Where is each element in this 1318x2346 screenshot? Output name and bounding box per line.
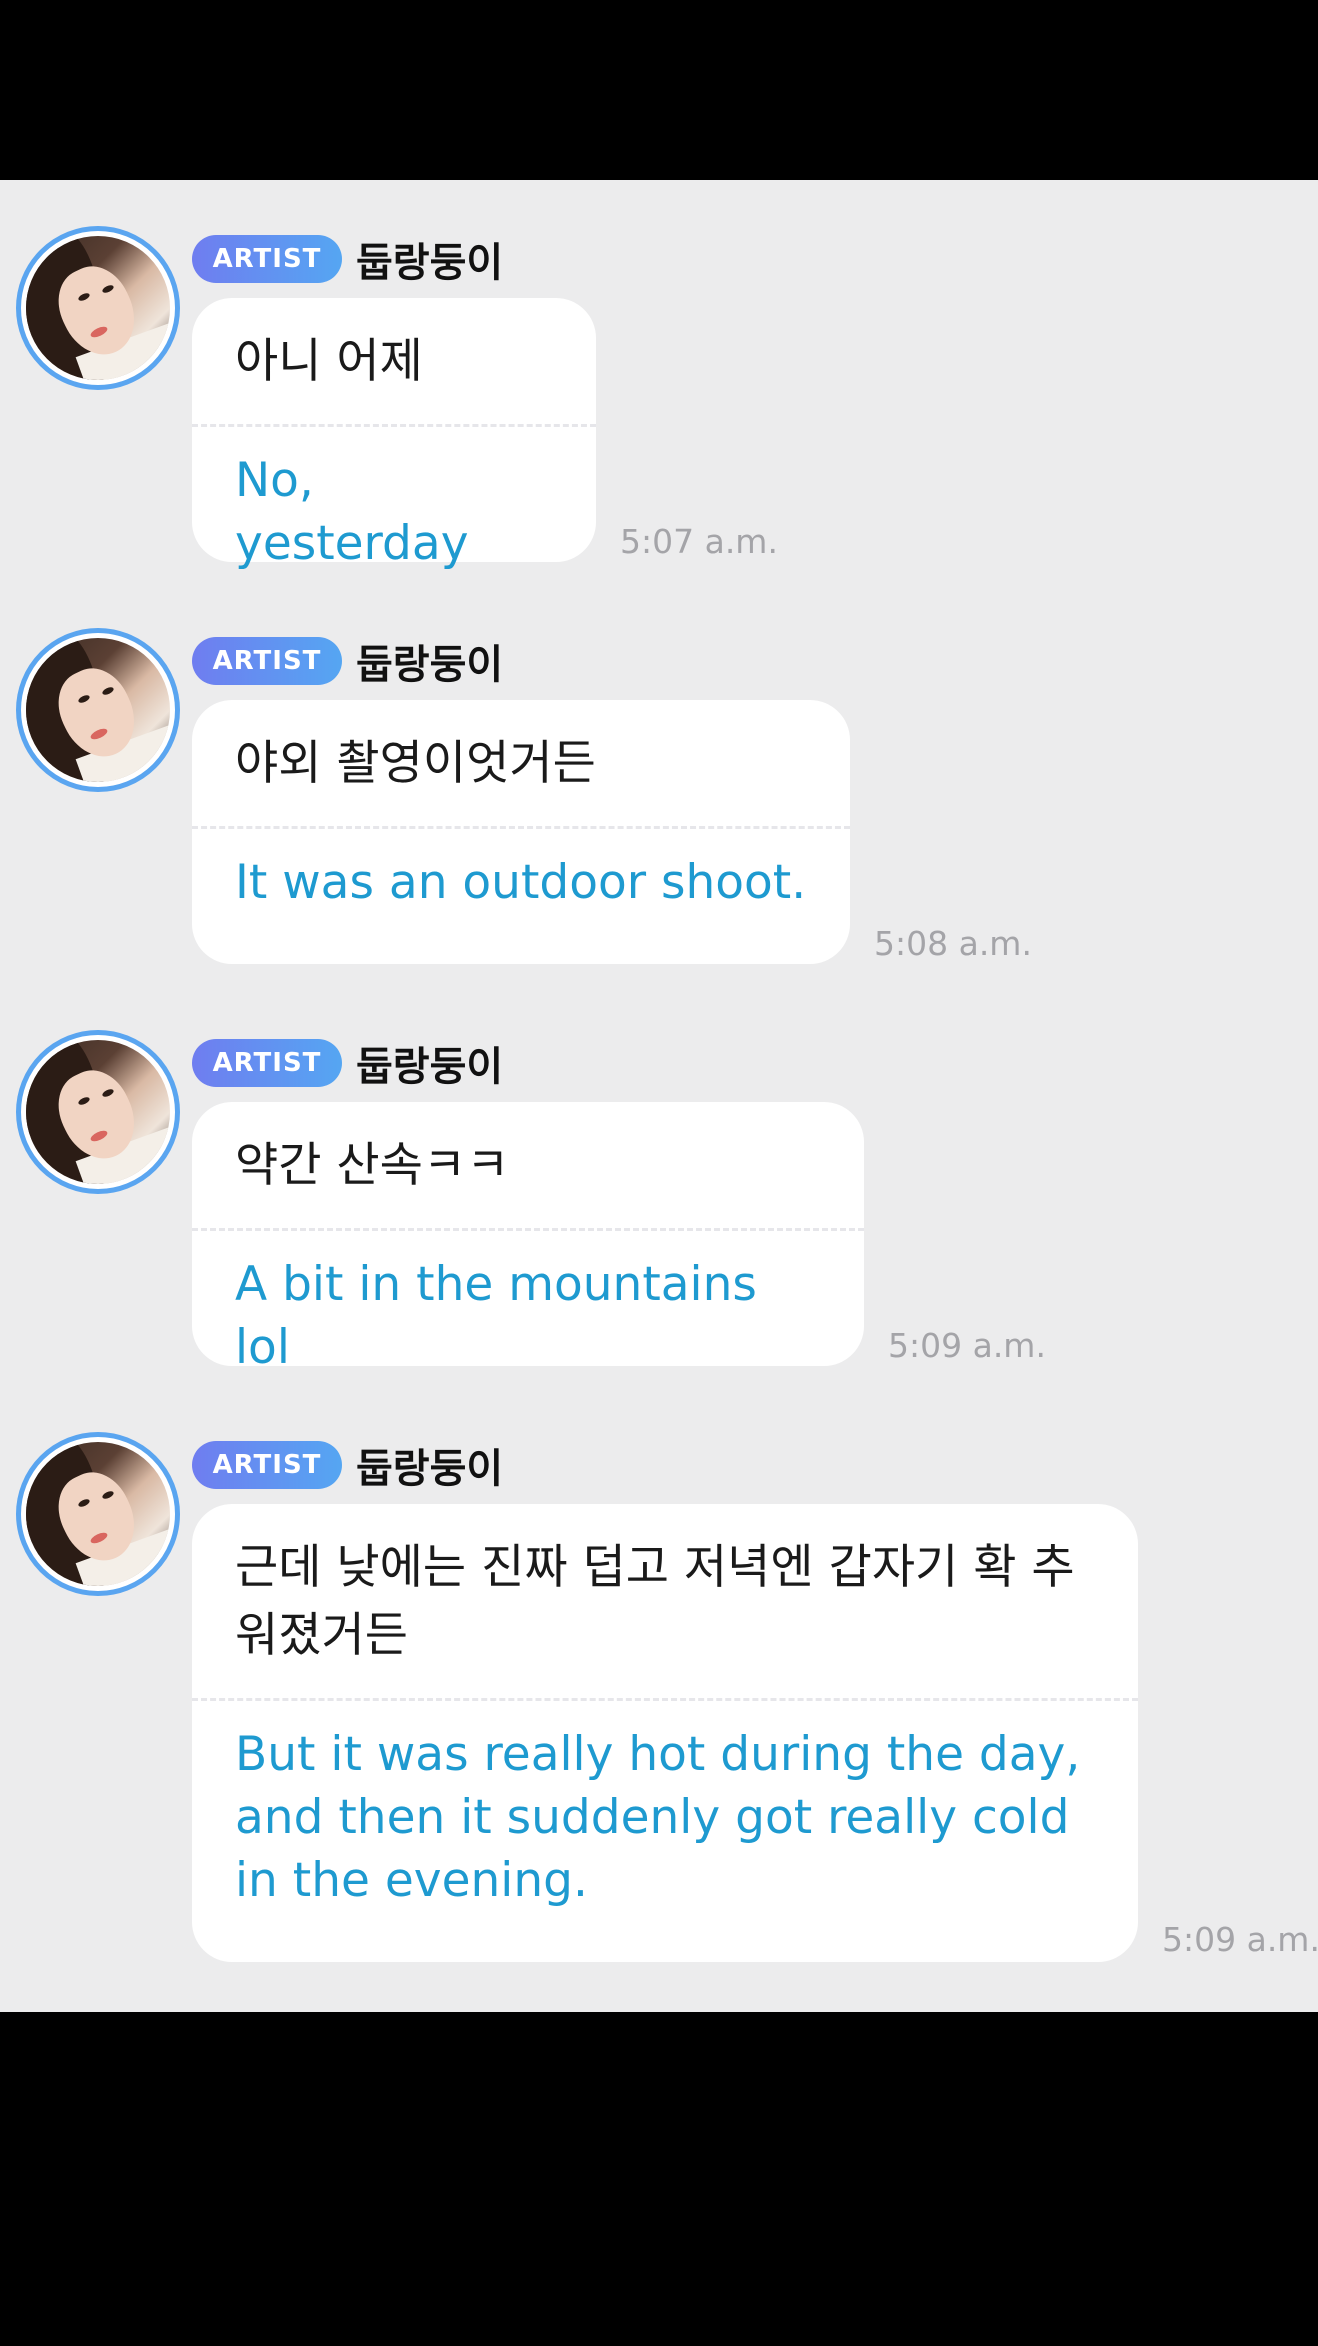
sender-row: ARTIST 둡랑둥이 [192,1440,503,1490]
sender-name[interactable]: 둡랑둥이 [356,1436,503,1494]
translated-text: But it was really hot during the day, an… [192,1701,1138,1940]
sender-name[interactable]: 둡랑둥이 [356,1034,503,1092]
timestamp: 5:09 a.m. [888,1326,1046,1365]
translated-text: It was an outdoor shoot. [192,829,850,942]
message-bubble[interactable]: 근데 낮에는 진짜 덥고 저녁엔 갑자기 확 추워졌거든 But it was … [192,1504,1138,1962]
artist-badge: ARTIST [192,1441,342,1489]
artist-badge: ARTIST [192,1039,342,1087]
original-text: 약간 산속ㅋㅋ [192,1102,864,1228]
avatar[interactable] [16,1030,180,1194]
translated-text: No, yesterday [192,427,596,603]
sender-name[interactable]: 둡랑둥이 [356,230,503,288]
avatar[interactable] [16,1432,180,1596]
avatar[interactable] [16,628,180,792]
chat-area[interactable]: ARTIST 둡랑둥이 아니 어제 No, yesterday 5:07 a.m… [0,180,1318,2012]
avatar-photo [26,638,170,782]
avatar[interactable] [16,226,180,390]
timestamp: 5:09 a.m. [1162,1920,1318,1959]
translated-text: A bit in the mountains lol [192,1231,864,1407]
message-bubble[interactable]: 약간 산속ㅋㅋ A bit in the mountains lol [192,1102,864,1366]
timestamp: 5:07 a.m. [620,522,778,561]
sender-name[interactable]: 둡랑둥이 [356,632,503,690]
timestamp: 5:08 a.m. [874,924,1032,963]
message-bubble[interactable]: 아니 어제 No, yesterday [192,298,596,562]
original-text: 야외 촬영이엇거든 [192,700,850,826]
avatar-photo [26,1040,170,1184]
artist-badge: ARTIST [192,235,342,283]
artist-badge: ARTIST [192,637,342,685]
avatar-photo [26,1442,170,1586]
sender-row: ARTIST 둡랑둥이 [192,234,503,284]
message-bubble[interactable]: 야외 촬영이엇거든 It was an outdoor shoot. [192,700,850,964]
sender-row: ARTIST 둡랑둥이 [192,1038,503,1088]
sender-row: ARTIST 둡랑둥이 [192,636,503,686]
original-text: 근데 낮에는 진짜 덥고 저녁엔 갑자기 확 추워졌거든 [192,1504,1138,1698]
avatar-photo [26,236,170,380]
original-text: 아니 어제 [192,298,596,424]
